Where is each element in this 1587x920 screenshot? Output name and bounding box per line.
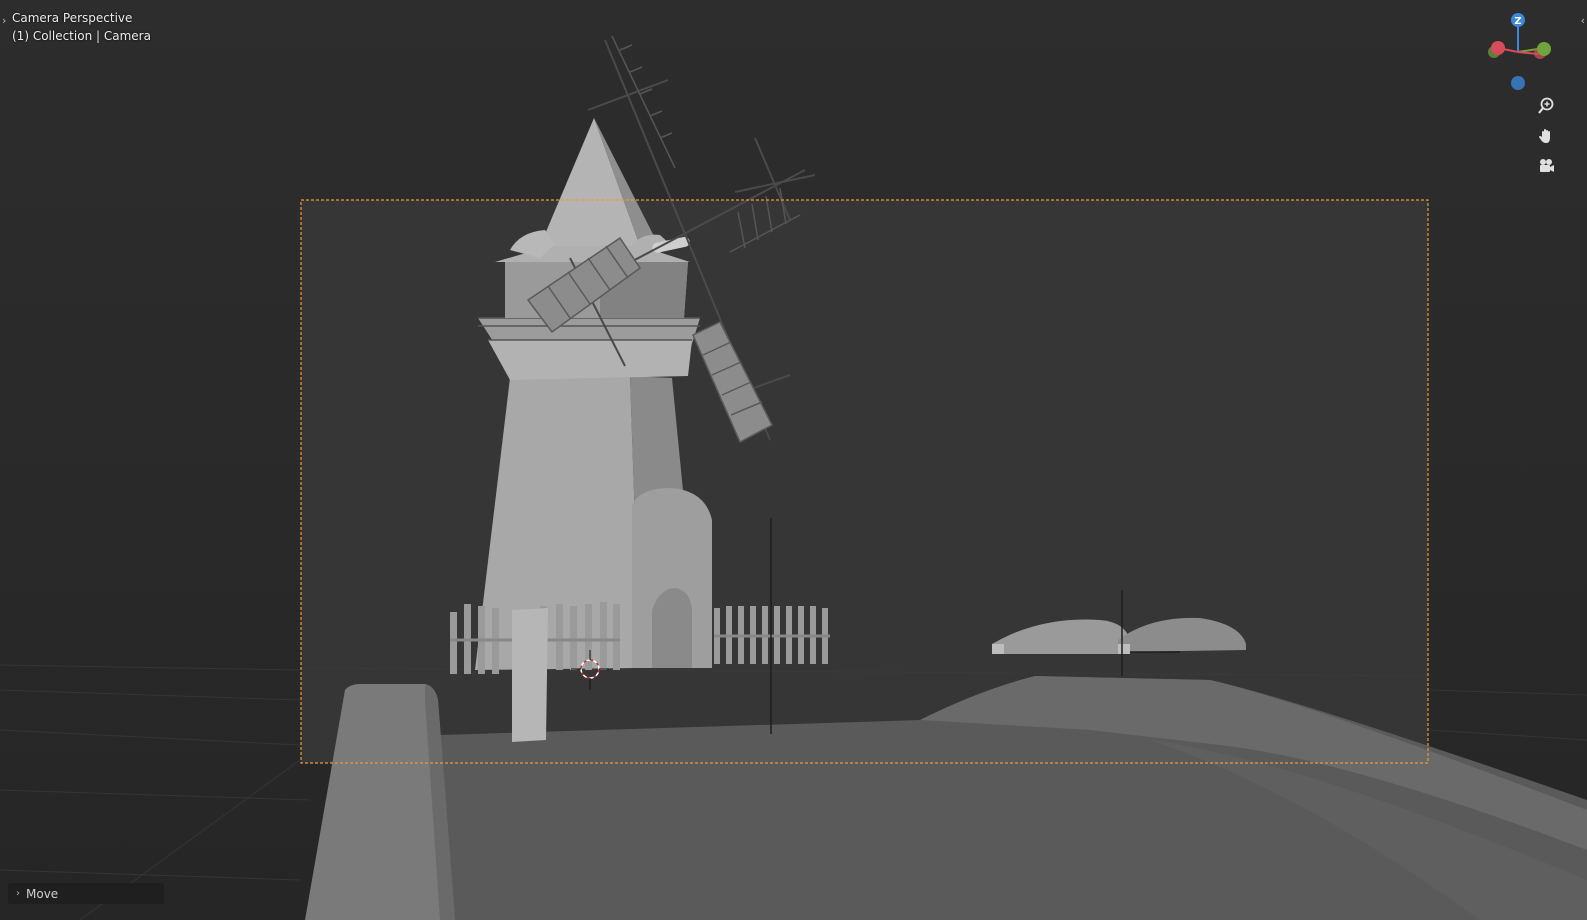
zoom-button[interactable]	[1532, 92, 1560, 120]
camera-view-icon	[1540, 159, 1554, 172]
pan-button[interactable]	[1532, 122, 1560, 150]
last-operator-panel[interactable]: › Move	[8, 883, 164, 904]
operator-label: Move	[26, 886, 59, 901]
toolbar-toggle-arrow[interactable]: ›	[2, 14, 6, 27]
scene-render[interactable]	[0, 0, 1587, 920]
collection-object-label: (1) Collection | Camera	[12, 29, 151, 43]
3d-viewport[interactable]: Camera Perspective (1) Collection | Came…	[0, 0, 1587, 920]
navigation-gizmo[interactable]: Z	[1478, 8, 1568, 98]
pan-hand-icon	[1539, 129, 1550, 143]
camera-view-button[interactable]	[1532, 152, 1560, 180]
chevron-right-icon: ›	[16, 888, 20, 899]
zoom-icon	[1538, 97, 1554, 114]
view-name-label: Camera Perspective	[12, 11, 133, 25]
camera-frame-area	[301, 200, 1428, 763]
sidebar-toggle-arrow[interactable]: ‹	[1581, 14, 1585, 27]
z-axis-label: Z	[1514, 16, 1521, 27]
